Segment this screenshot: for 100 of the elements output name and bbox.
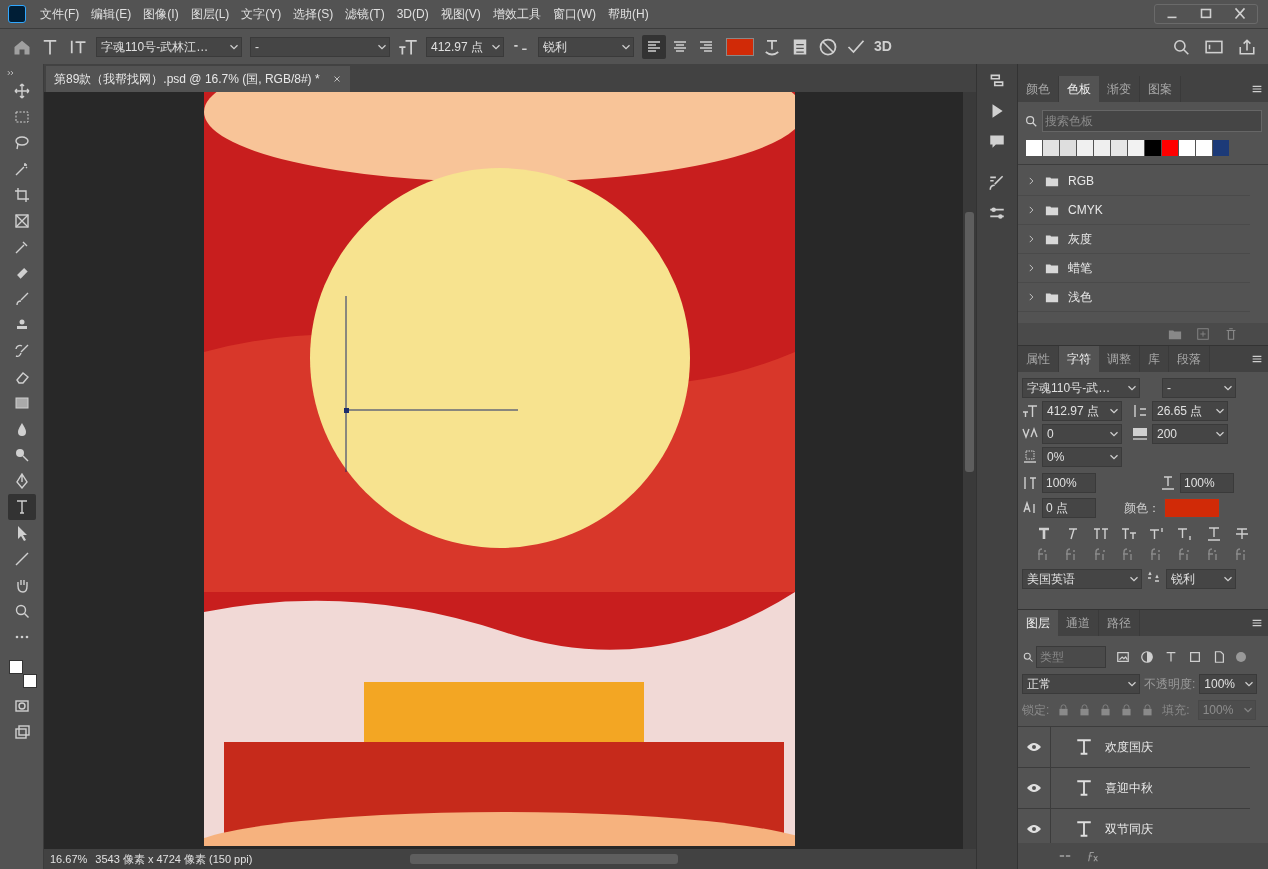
zoom-tool-icon[interactable] [13, 603, 30, 619]
font-style-dropdown[interactable]: - [1162, 378, 1236, 398]
swatch-group[interactable]: CMYK [1068, 201, 1103, 219]
menu-item[interactable]: 3D(D) [390, 5, 435, 23]
new-swatch-icon[interactable] [1196, 327, 1210, 341]
all-caps-icon[interactable] [1092, 526, 1109, 542]
pen-tool-icon[interactable] [13, 473, 30, 489]
adjust-sliders-icon[interactable] [988, 204, 1006, 222]
color-swatch[interactable] [1162, 140, 1178, 156]
subscript-icon[interactable] [1177, 526, 1194, 542]
magic-wand-icon[interactable] [13, 161, 30, 177]
brush-tool-icon[interactable] [13, 291, 30, 307]
panel-tab[interactable]: 色板 [1059, 76, 1099, 102]
cancel-icon[interactable] [818, 36, 838, 57]
panel-tab[interactable]: 图层 [1018, 610, 1058, 636]
filter-field[interactable]: 类型 [1036, 646, 1106, 668]
color-swatch[interactable] [1043, 140, 1059, 156]
quick-mask-icon[interactable] [13, 698, 30, 714]
pixel-filter-icon[interactable] [1116, 650, 1130, 664]
menu-item[interactable]: 图层(L) [184, 5, 236, 23]
color-swatch[interactable] [1213, 140, 1229, 156]
search-icon[interactable] [1172, 37, 1190, 56]
tracking-dropdown[interactable]: 200 [1152, 424, 1228, 444]
text-color-swatch[interactable] [1164, 498, 1220, 518]
screen-mode-icon[interactable] [13, 724, 30, 740]
brush-settings-icon[interactable] [988, 174, 1006, 192]
type-filter-icon[interactable] [1164, 650, 1178, 664]
align-left-button[interactable] [642, 34, 666, 59]
color-swatch[interactable] [1026, 140, 1042, 156]
layer-row[interactable]: 喜迎中秋 [1018, 768, 1250, 809]
language-dropdown[interactable]: 美国英语 [1022, 569, 1142, 589]
document-tab[interactable]: 第89款（我帮找网）.psd @ 16.7% (国, RGB/8#) * [46, 66, 350, 92]
color-swatch[interactable] [1196, 140, 1212, 156]
dodge-tool-icon[interactable] [13, 447, 30, 463]
small-caps-icon[interactable] [1120, 526, 1137, 542]
color-swatch[interactable] [1179, 140, 1195, 156]
menu-item[interactable]: 编辑(E) [85, 5, 138, 23]
font-family-dropdown[interactable]: 字魂110号-武林江… [96, 36, 242, 57]
line-tool-icon[interactable] [13, 551, 30, 567]
tsume-dropdown[interactable]: 0% [1042, 447, 1122, 467]
search-field[interactable]: 搜索色板 [1042, 110, 1262, 132]
menu-item[interactable]: 文件(F) [34, 5, 86, 23]
font-size-dropdown[interactable]: 412.97 点 [426, 36, 504, 57]
menu-item[interactable]: 图像(I) [137, 5, 185, 23]
panel-tab[interactable]: 库 [1140, 346, 1169, 372]
frame-tool-icon[interactable] [13, 213, 30, 229]
shape-filter-icon[interactable] [1188, 650, 1202, 664]
app-logo-icon[interactable] [8, 5, 26, 23]
close-icon[interactable] [331, 74, 342, 84]
antialias-dropdown[interactable]: 锐利 [1166, 569, 1236, 589]
share-icon[interactable] [1238, 37, 1256, 56]
effects-icon[interactable] [1086, 849, 1100, 863]
chevron-right-icon[interactable] [1026, 291, 1036, 303]
filter-toggle[interactable] [1236, 652, 1246, 662]
opacity-dropdown[interactable]: 100% [1199, 674, 1258, 694]
marquee-tool-icon[interactable] [13, 109, 30, 125]
color-swatch[interactable] [1111, 140, 1127, 156]
panel-tab[interactable]: 字符 [1059, 346, 1099, 372]
smart-object-filter-icon[interactable] [1212, 650, 1226, 664]
panel-tab[interactable]: 调整 [1099, 346, 1140, 372]
trash-icon[interactable] [1224, 327, 1238, 341]
font-style-dropdown[interactable]: - [250, 36, 390, 57]
kerning-dropdown[interactable]: 0 [1042, 424, 1122, 444]
chevron-right-icon[interactable] [1026, 262, 1036, 274]
input-field[interactable]: 100% [1180, 473, 1234, 493]
horizontal-scrollbar-thumb[interactable] [410, 854, 679, 864]
menu-item[interactable]: 增效工具 [486, 5, 547, 23]
color-swatch[interactable] [1094, 140, 1110, 156]
color-swatch[interactable] [1060, 140, 1076, 156]
swatch-group[interactable]: RGB [1068, 172, 1094, 190]
gradient-tool-icon[interactable] [13, 395, 30, 411]
collapse-toggle-icon[interactable] [6, 68, 16, 78]
panel-tab[interactable]: 段落 [1169, 346, 1210, 372]
superscript-icon[interactable] [1149, 526, 1166, 542]
menu-item[interactable]: 视图(V) [434, 5, 487, 23]
panel-tab[interactable]: 通道 [1058, 610, 1099, 636]
lasso-tool-icon[interactable] [13, 135, 30, 151]
menu-item[interactable]: 选择(S) [287, 5, 340, 23]
crop-tool-icon[interactable] [13, 187, 30, 203]
menu-item[interactable]: 滤镜(T) [339, 5, 391, 23]
font-family-dropdown[interactable]: 字魂110号-武… [1022, 378, 1140, 398]
font-size-dropdown[interactable]: 412.97 点 [1042, 401, 1122, 421]
history-brush-icon[interactable] [13, 343, 30, 359]
panel-tab[interactable]: 路径 [1099, 610, 1140, 636]
strikethrough-icon[interactable] [1233, 526, 1250, 542]
color-swatch[interactable] [1077, 140, 1093, 156]
input-field[interactable]: 100% [1042, 473, 1096, 493]
swatch-group[interactable]: 蜡笔 [1068, 259, 1092, 277]
move-tool-icon[interactable] [13, 83, 30, 99]
text-color-swatch[interactable] [726, 37, 754, 56]
menu-item[interactable]: 帮助(H) [602, 5, 655, 23]
eyedropper-icon[interactable] [13, 239, 30, 255]
blend-mode-dropdown[interactable]: 正常 [1022, 674, 1140, 694]
color-swatch[interactable] [1145, 140, 1161, 156]
layer-row[interactable]: 欢度国庆 [1018, 727, 1250, 768]
3d-button[interactable]: 3D [874, 36, 892, 57]
swatch-group[interactable]: 灰度 [1068, 230, 1092, 248]
chevron-right-icon[interactable] [1026, 204, 1036, 216]
chevron-right-icon[interactable] [1026, 233, 1036, 245]
background-color-swatch[interactable] [22, 674, 37, 688]
